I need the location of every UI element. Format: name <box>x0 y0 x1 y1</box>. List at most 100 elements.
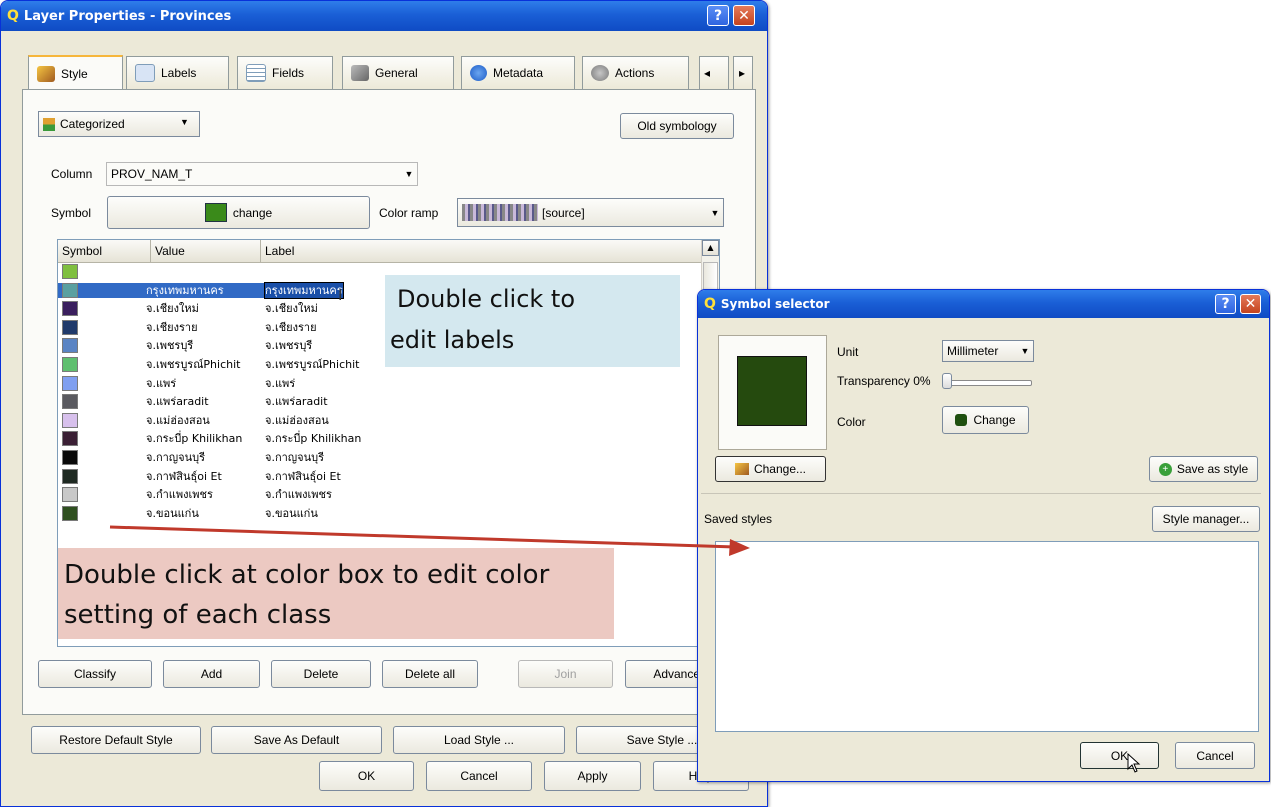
class-label[interactable]: จ.แพร่ <box>265 376 295 391</box>
help-icon[interactable]: ? <box>1215 294 1236 314</box>
ok-button[interactable]: OK <box>319 761 414 791</box>
add-button[interactable]: Add <box>163 660 260 688</box>
column-combo[interactable]: PROV_NAM_T ▼ <box>106 162 418 186</box>
table-row[interactable]: จ.แพร่aradit จ.แพร่aradit <box>58 394 703 410</box>
symbol-ok-button[interactable]: OK <box>1080 742 1159 769</box>
symbol-selector-titlebar[interactable]: Q Symbol selector ? ✕ <box>698 290 1269 318</box>
class-label[interactable]: จ.กำแพงเพชร <box>265 487 332 502</box>
class-value: จ.เชียงราย <box>146 320 198 334</box>
delete-button[interactable]: Delete <box>271 660 371 688</box>
scroll-up-icon[interactable]: ▲ <box>702 240 719 256</box>
layer-properties-titlebar[interactable]: Q Layer Properties - Provinces ? ✕ <box>1 1 767 31</box>
table-row[interactable]: จ.กระบี่p Khilikhan จ.กระบี่p Khilikhan <box>58 431 703 447</box>
class-color-swatch[interactable] <box>62 264 78 279</box>
tab-scroll-left[interactable]: ◂ <box>699 56 729 89</box>
table-row[interactable]: จ.ขอนแก่น จ.ขอนแก่น <box>58 505 703 521</box>
tab-scroll-right[interactable]: ▸ <box>733 56 753 89</box>
class-label[interactable]: กรุงเทพมหานคร <box>264 281 344 299</box>
tab-fields[interactable]: Fields <box>237 56 333 89</box>
table-row[interactable]: จ.กาญจนบุรี จ.กาญจนบุรี <box>58 450 703 465</box>
renderer-combo[interactable]: Categorized ▼ <box>38 111 200 137</box>
join-button[interactable]: Join <box>518 660 613 688</box>
save-as-style-button[interactable]: + Save as style <box>1149 456 1258 482</box>
symbol-change-button[interactable]: change <box>107 196 370 229</box>
class-color-swatch[interactable] <box>62 431 78 447</box>
color-ramp-preview <box>462 204 538 221</box>
tab-labels[interactable]: Labels <box>126 56 229 89</box>
color-swatch <box>955 414 968 426</box>
transparency-slider[interactable] <box>942 380 1032 386</box>
class-value: จ.แพร่ <box>146 376 177 390</box>
close-icon[interactable]: ✕ <box>733 5 755 26</box>
class-color-swatch[interactable] <box>62 357 78 372</box>
symbol-preview-fill <box>737 356 807 426</box>
color-callout-line1: Double click at color box to edit color <box>64 560 550 590</box>
tab-general[interactable]: General <box>342 56 454 89</box>
table-row[interactable]: จ.แม่ฮ่องสอน จ.แม่ฮ่องสอน <box>58 412 703 428</box>
class-value: จ.เชียงใหม่ <box>146 302 199 316</box>
class-label[interactable]: จ.แม่ฮ่องสอน <box>265 413 329 428</box>
save-as-default-button[interactable]: Save As Default <box>211 726 382 754</box>
chevron-down-icon: ▼ <box>710 207 720 218</box>
mouse-cursor-icon <box>1127 753 1141 773</box>
info-icon <box>470 65 487 81</box>
change-symbol-button[interactable]: Change... <box>715 456 826 482</box>
class-label[interactable]: จ.เพชรบูรณ์Phichit <box>265 357 359 372</box>
color-change-button[interactable]: Change <box>942 406 1029 434</box>
saved-styles-list[interactable] <box>715 541 1259 732</box>
cancel-button[interactable]: Cancel <box>426 761 532 791</box>
header-symbol[interactable]: Symbol <box>58 240 151 262</box>
transparency-slider-handle[interactable] <box>942 373 952 389</box>
class-label[interactable]: จ.เพชรบุรี <box>265 338 312 353</box>
class-color-swatch[interactable] <box>62 468 78 484</box>
header-label[interactable]: Label <box>261 240 703 262</box>
restore-default-style-button[interactable]: Restore Default Style <box>31 726 201 754</box>
unit-label: Unit <box>837 345 859 359</box>
class-color-swatch[interactable] <box>62 301 78 317</box>
load-style-button[interactable]: Load Style ... <box>393 726 565 754</box>
old-symbology-button[interactable]: Old symbology <box>620 113 734 139</box>
class-color-swatch[interactable] <box>62 319 78 335</box>
add-icon: + <box>1158 462 1172 476</box>
class-color-swatch[interactable] <box>62 487 78 503</box>
class-color-swatch[interactable] <box>62 505 78 521</box>
class-color-swatch[interactable] <box>62 394 78 410</box>
class-label[interactable]: จ.กระบี่p Khilikhan <box>265 431 361 446</box>
class-color-swatch[interactable] <box>62 450 78 465</box>
symbol-cancel-button[interactable]: Cancel <box>1175 742 1255 769</box>
class-label[interactable]: จ.กาญจนบุรี <box>265 450 324 465</box>
unit-combo[interactable]: Millimeter ▼ <box>942 340 1034 362</box>
close-icon[interactable]: ✕ <box>1240 294 1261 314</box>
color-ramp-combo[interactable]: [source] ▼ <box>457 198 724 227</box>
tab-style[interactable]: Style <box>28 55 123 90</box>
class-value: จ.กำแพงเพชร <box>146 488 213 502</box>
window-title: Layer Properties - Provinces <box>23 8 232 24</box>
class-label[interactable]: จ.เชียงราย <box>265 320 317 335</box>
table-row[interactable]: จ.กำแพงเพชร จ.กำแพงเพชร <box>58 487 703 503</box>
class-color-swatch[interactable] <box>62 412 78 428</box>
column-label: Column <box>51 167 93 181</box>
categorized-icon <box>43 117 55 131</box>
symbol-swatch <box>204 203 227 222</box>
apply-button[interactable]: Apply <box>544 761 641 791</box>
labels-callout-line1: Double click to <box>397 285 576 313</box>
table-header: Symbol Value Label <box>58 240 703 263</box>
header-value[interactable]: Value <box>151 240 261 262</box>
class-color-swatch[interactable] <box>62 282 78 298</box>
table-row[interactable]: กรุงเทพมหานคร กรุงเทพมหานคร <box>58 281 344 299</box>
symbol-preview <box>718 335 827 450</box>
tab-actions[interactable]: Actions <box>582 56 689 89</box>
class-label[interactable]: จ.แพร่aradit <box>265 394 328 409</box>
style-manager-button[interactable]: Style manager... <box>1152 506 1260 532</box>
class-color-swatch[interactable] <box>62 375 78 391</box>
table-row[interactable]: จ.แพร่ จ.แพร่ <box>58 375 703 391</box>
class-label[interactable]: จ.เชียงใหม่ <box>265 301 318 316</box>
class-color-swatch[interactable] <box>62 338 78 354</box>
classify-button[interactable]: Classify <box>38 660 152 688</box>
tab-metadata[interactable]: Metadata <box>461 56 575 89</box>
delete-all-button[interactable]: Delete all <box>382 660 478 688</box>
help-icon[interactable]: ? <box>707 5 729 26</box>
class-label[interactable]: จ.กาฬสินธุ์oi Et <box>265 469 341 484</box>
class-label[interactable]: จ.ขอนแก่น <box>265 506 318 521</box>
table-row[interactable]: จ.กาฬสินธุ์oi Et จ.กาฬสินธุ์oi Et <box>58 468 703 484</box>
